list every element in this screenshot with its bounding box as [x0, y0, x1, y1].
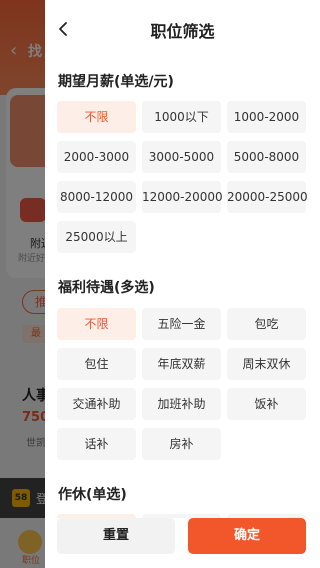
filter-option[interactable]: 周末双休 [227, 348, 306, 380]
filter-panel: 职位筛选 期望月薪(单选/元) 不限 1000以下 1000-2000 2000-30… [45, 0, 320, 568]
filter-option[interactable]: 饭补 [227, 388, 306, 420]
confirm-button[interactable]: 确定 [188, 518, 306, 554]
section-title-benefits: 福利待遇(多选) [58, 280, 155, 296]
filter-option[interactable]: 话补 [57, 428, 136, 460]
filter-option[interactable]: 25000以上 [57, 221, 136, 253]
panel-footer: 重置 确定 [45, 518, 320, 568]
reset-button[interactable]: 重置 [57, 518, 175, 554]
filter-option[interactable]: 2000-3000 [57, 141, 136, 173]
filter-option[interactable]: 不限 [57, 308, 136, 340]
filter-option[interactable]: 1000-2000 [227, 101, 306, 133]
page-title: 职位筛选 [150, 22, 215, 41]
filter-option[interactable]: 包住 [57, 348, 136, 380]
filter-option[interactable]: 房补 [142, 428, 221, 460]
panel-header: 职位筛选 [45, 0, 320, 58]
filter-option[interactable]: 五险一金 [142, 308, 221, 340]
filter-option[interactable]: 5000-8000 [227, 141, 306, 173]
filter-option[interactable]: 包吃 [227, 308, 306, 340]
filter-option[interactable]: 年底双薪 [142, 348, 221, 380]
filter-option[interactable]: 加班补助 [142, 388, 221, 420]
filter-option[interactable]: 8000-12000 [57, 181, 136, 213]
filter-option[interactable]: 12000-20000 [142, 181, 223, 213]
filter-option[interactable]: 20000-25000 [227, 181, 308, 213]
filter-option[interactable]: 交通补助 [57, 388, 136, 420]
filter-option[interactable]: 1000以下 [142, 101, 221, 133]
section-title-schedule: 作休(单选) [58, 487, 127, 503]
section-title-salary: 期望月薪(单选/元) [58, 74, 174, 90]
filter-option[interactable]: 不限 [57, 101, 136, 133]
filter-option[interactable]: 3000-5000 [142, 141, 221, 173]
